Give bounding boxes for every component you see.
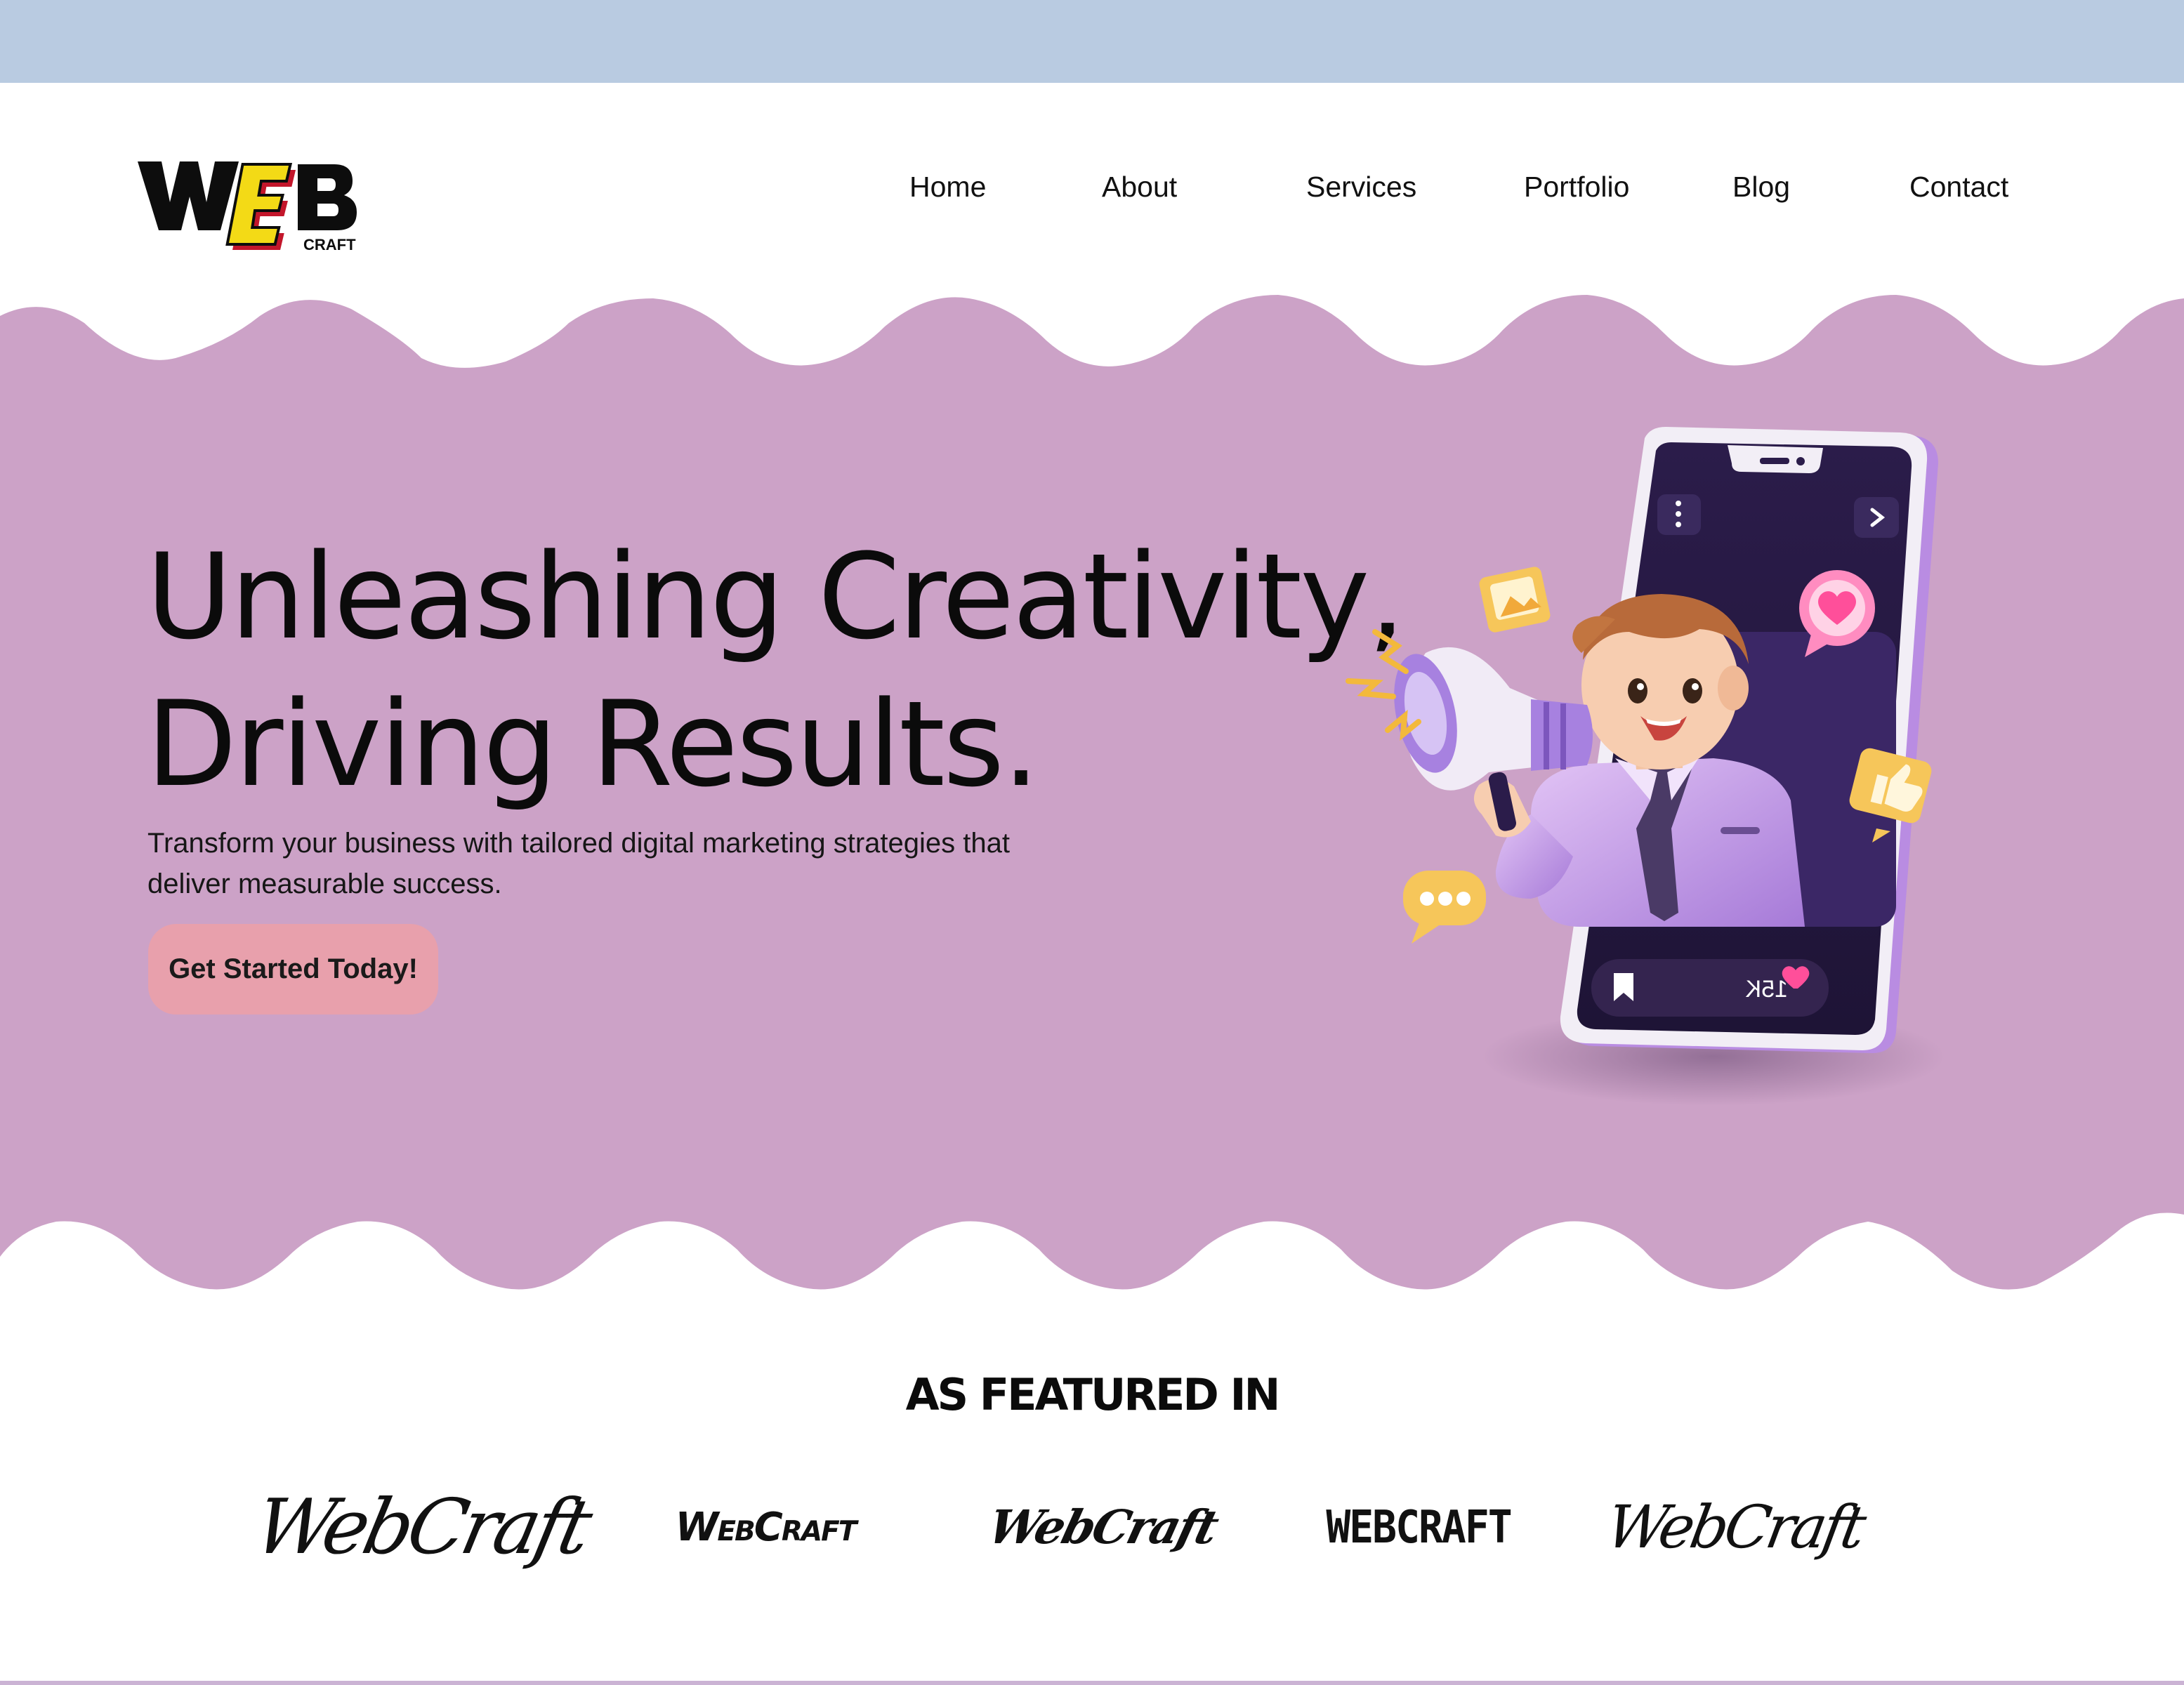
image-icon xyxy=(1479,567,1551,633)
main-nav: Home About Services Portfolio Blog Conta… xyxy=(0,166,2184,208)
top-color-strip xyxy=(0,0,2184,83)
megaphone-icon xyxy=(1346,629,1593,791)
phone-like-count: 15K xyxy=(1745,976,1788,1003)
chevron-right-icon xyxy=(1854,497,1899,538)
featured-title: AS FEATURED IN xyxy=(905,1369,1281,1420)
chat-bubble-icon xyxy=(1403,871,1486,944)
featured-logo-4: WEBCRAFT xyxy=(1326,1500,1512,1554)
nav-contact[interactable]: Contact xyxy=(1909,166,2008,208)
logo-subtext: CRAFT xyxy=(303,236,356,253)
featured-logo-1: WebCraft xyxy=(247,1483,596,1571)
hero-illustration: 15K xyxy=(1320,421,2037,1109)
featured-logo-2: WebCraft xyxy=(675,1504,857,1550)
hero-subtext-line2: deliver measurable success. xyxy=(147,868,502,899)
get-started-button[interactable]: Get Started Today! xyxy=(148,924,438,1015)
nav-home[interactable]: Home xyxy=(909,166,986,208)
hero-headline-line2: Driving Results. xyxy=(146,675,1040,813)
nav-blog[interactable]: Blog xyxy=(1732,166,1790,208)
hero-subtext: Transform your business with tailored di… xyxy=(147,823,1131,904)
bottom-divider xyxy=(0,1681,2184,1685)
featured-logo-3: WebCraft xyxy=(982,1500,1223,1554)
hero-headline-line1: Unleashing Creativity, xyxy=(146,528,1405,666)
nav-portfolio[interactable]: Portfolio xyxy=(1524,166,1629,208)
featured-logo-5: WebCraft xyxy=(1601,1493,1868,1561)
nav-services[interactable]: Services xyxy=(1306,166,1416,208)
hero-headline: Unleashing Creativity, Driving Results. xyxy=(146,523,1405,818)
hero-subtext-line1: Transform your business with tailored di… xyxy=(147,828,1010,859)
nav-about[interactable]: About xyxy=(1102,166,1177,208)
